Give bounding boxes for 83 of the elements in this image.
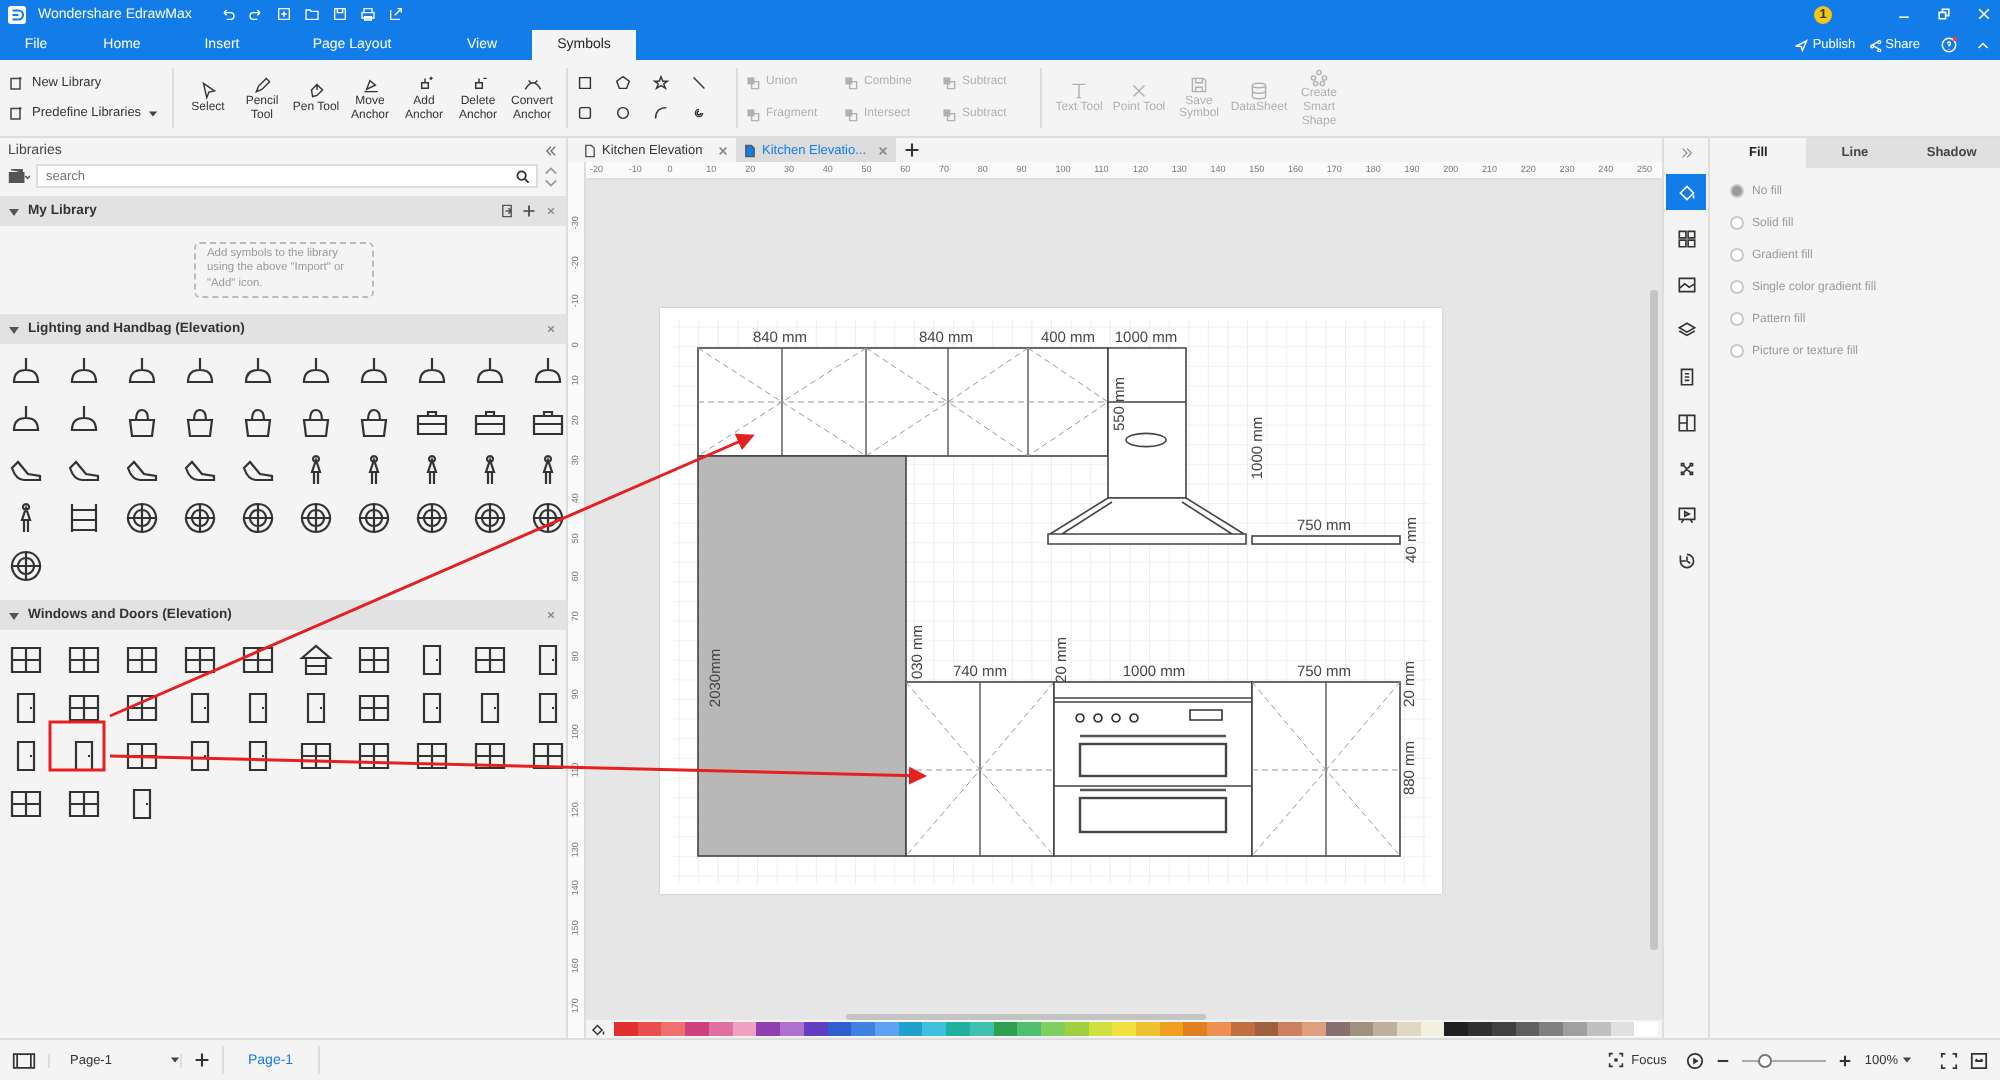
close-icon[interactable] — [544, 608, 558, 622]
spiral-icon[interactable] — [690, 104, 708, 122]
paint-bucket-icon[interactable] — [590, 1021, 608, 1037]
pentagon-icon[interactable] — [614, 74, 632, 92]
search-icon — [516, 169, 530, 183]
paper-plane-icon — [1794, 38, 1809, 52]
color-palette[interactable] — [614, 1022, 1658, 1036]
pencil-icon — [251, 73, 273, 96]
overlapping-squares-icon — [844, 75, 858, 89]
connector-icon — [1675, 457, 1697, 479]
close-icon[interactable] — [544, 322, 558, 336]
document-icon — [744, 143, 756, 157]
text-icon — [1068, 80, 1090, 103]
overlapping-squares-icon — [942, 75, 956, 89]
undo-icon[interactable] — [219, 6, 236, 22]
database-icon — [1248, 80, 1270, 103]
expand-triangle-icon[interactable] — [8, 609, 20, 621]
horizontal-scrollbar[interactable] — [846, 1014, 1206, 1020]
folder-icon[interactable] — [303, 6, 320, 22]
redo-icon[interactable] — [247, 6, 264, 22]
save-icon[interactable] — [331, 6, 348, 22]
cluster-icon — [1308, 66, 1330, 89]
new-library-icon — [8, 74, 26, 92]
add-page-icon[interactable] — [194, 1052, 210, 1068]
add-icon[interactable] — [522, 204, 536, 218]
radio-button[interactable] — [1730, 280, 1744, 294]
play-icon[interactable] — [1686, 1051, 1705, 1069]
close-icon[interactable] — [544, 204, 558, 218]
presentation-icon — [1675, 503, 1697, 525]
radio-button[interactable] — [1730, 184, 1744, 198]
fit-page-icon[interactable] — [1970, 1051, 1988, 1069]
overlapping-squares-icon — [942, 107, 956, 121]
cursor-icon — [197, 80, 219, 103]
print-icon[interactable] — [359, 6, 376, 22]
new-page-icon[interactable] — [275, 6, 292, 22]
page-view-icon[interactable] — [12, 1051, 36, 1069]
overlapping-squares-icon — [746, 75, 760, 89]
import-icon[interactable] — [500, 204, 514, 218]
zoom-in-icon[interactable] — [1838, 1053, 1853, 1067]
expand-triangle-icon[interactable] — [8, 323, 20, 335]
house-icon[interactable] — [294, 640, 338, 680]
zoom-slider-thumb[interactable] — [1757, 1053, 1772, 1067]
caret-icon[interactable] — [1902, 1056, 1912, 1064]
help-icon[interactable] — [1940, 36, 1958, 54]
share-icon — [1867, 38, 1882, 52]
history-icon — [1675, 549, 1697, 571]
rectangle-icon[interactable] — [576, 74, 594, 92]
grid-icon — [1675, 227, 1697, 249]
highlight-frame — [48, 720, 106, 772]
library-stack-icon[interactable] — [8, 168, 30, 184]
fullscreen-icon[interactable] — [1940, 1051, 1958, 1069]
document-icon — [1675, 365, 1697, 387]
export-icon[interactable] — [387, 6, 404, 22]
image-icon — [1675, 273, 1697, 295]
line-icon[interactable] — [690, 74, 708, 92]
radio-button[interactable] — [1730, 216, 1744, 230]
star-icon[interactable] — [652, 74, 670, 92]
restore-icon[interactable] — [1936, 6, 1952, 22]
radio-button[interactable] — [1730, 312, 1744, 326]
app-logo-icon — [8, 5, 26, 23]
scroll-down-icon[interactable] — [544, 177, 558, 187]
split-icon — [1675, 411, 1697, 433]
radio-button[interactable] — [1730, 248, 1744, 262]
caret-icon — [170, 1056, 180, 1064]
paint-bucket-icon — [1675, 181, 1697, 203]
overlapping-squares-icon — [746, 107, 760, 121]
collapse-panel-icon[interactable] — [544, 144, 558, 158]
overlapping-squares-icon — [844, 107, 858, 121]
scroll-up-icon[interactable] — [544, 165, 558, 175]
close-icon[interactable] — [718, 145, 728, 155]
layers-icon — [1675, 319, 1697, 341]
cross-icon — [1128, 80, 1150, 103]
close-icon[interactable] — [878, 145, 888, 155]
add-tab-icon[interactable] — [904, 142, 920, 158]
pen-icon — [305, 80, 327, 103]
expand-triangle-icon[interactable] — [8, 205, 20, 217]
vertical-scrollbar[interactable] — [1650, 290, 1658, 950]
radio-button[interactable] — [1730, 344, 1744, 358]
arc-icon[interactable] — [652, 104, 670, 122]
focus-frame-icon — [1607, 1052, 1624, 1068]
caret-icon — [147, 109, 158, 117]
library-list-icon — [8, 104, 26, 122]
document-icon — [584, 143, 596, 157]
